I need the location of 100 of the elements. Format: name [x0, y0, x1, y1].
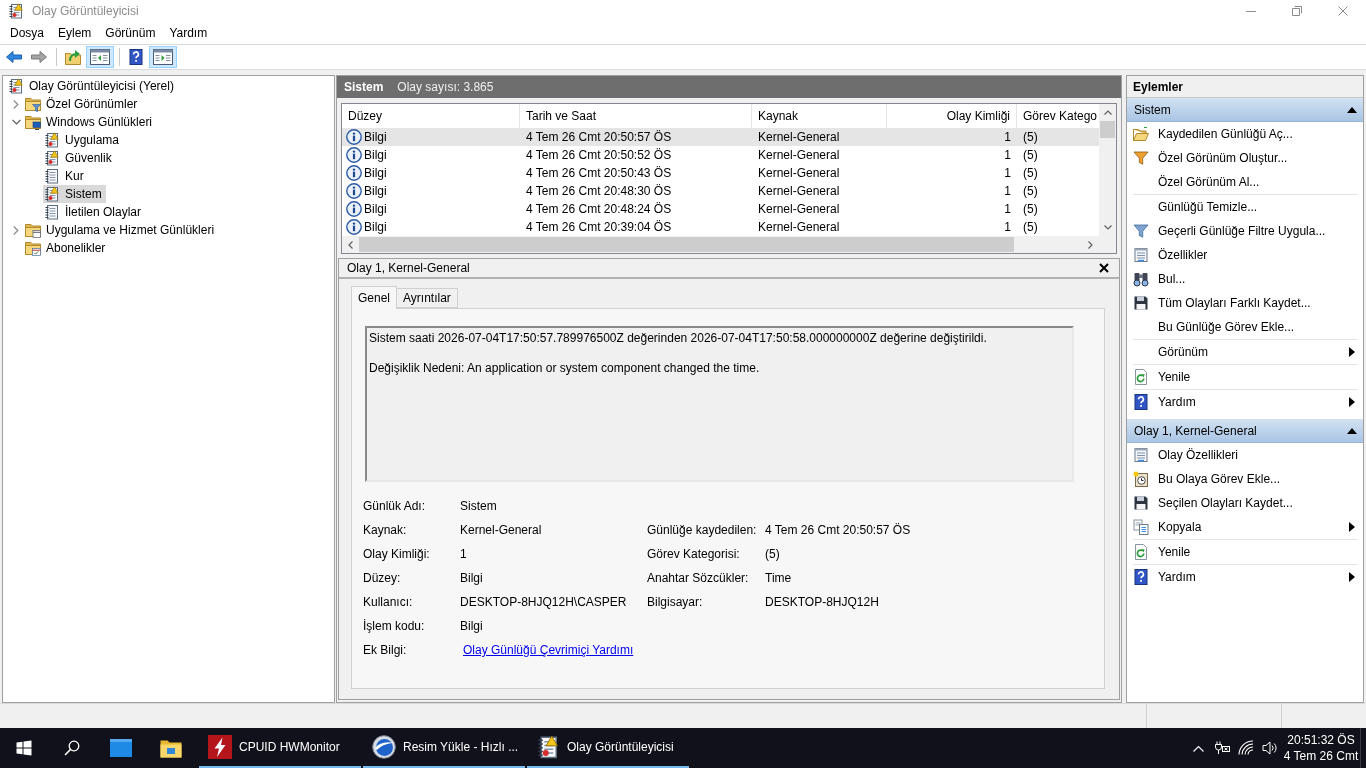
wifi-icon [1238, 740, 1254, 756]
action-item[interactable]: Geçerli Günlüğe Filtre Uygula... [1133, 219, 1357, 243]
tree-item[interactable]: Uygulama [43, 131, 124, 149]
info-icon [346, 129, 362, 145]
column-header[interactable]: Tarih ve Saat [526, 107, 597, 125]
action-item[interactable]: Özellikler [1133, 243, 1357, 267]
section-header[interactable]: Sistem [1127, 98, 1363, 122]
taskbar-app-button[interactable]: Resim Yükle - Hızlı ... [363, 728, 525, 768]
action-item[interactable]: Özel Görünüm Al... [1133, 170, 1357, 194]
close-icon [1099, 263, 1109, 273]
table-cell-text: 1 [1004, 183, 1011, 200]
action-item[interactable]: Görünüm [1133, 340, 1357, 364]
log-warning-icon [44, 186, 60, 202]
info-icon [346, 219, 362, 235]
menu-item[interactable]: Yardım [162, 22, 215, 44]
actions-toggle-button[interactable] [149, 46, 177, 68]
chevron-right-icon[interactable] [13, 99, 19, 109]
action-item[interactable]: Seçilen Olayları Kaydet... [1133, 491, 1357, 515]
column-header[interactable]: Düzey [348, 107, 382, 125]
notebook-warning-icon [8, 78, 24, 94]
folder-arrow-icon [65, 49, 81, 65]
chevron-right-icon[interactable] [13, 225, 19, 235]
close-button[interactable] [1097, 261, 1111, 275]
action-item[interactable]: Yenile [1133, 365, 1357, 389]
section-header[interactable]: Olay 1, Kernel-General [1127, 419, 1363, 443]
menu-item[interactable]: Görünüm [98, 22, 163, 44]
table-cell-text: Kernel-General [758, 129, 840, 146]
tree-item[interactable]: Windows Günlükleri [24, 113, 157, 131]
table-cell-text: 4 Tem 26 Cmt 20:48:24 ÖS [526, 201, 672, 218]
scrollbar-thumb[interactable] [359, 237, 1014, 252]
event-row[interactable]: Bilgi 4 Tem 26 Cmt 20:48:24 ÖS Kernel-General 1 (5) [342, 200, 1099, 218]
tab[interactable]: Ayrıntılar [397, 288, 458, 308]
scrollbar-thumb[interactable] [1100, 121, 1115, 138]
table-cell-text: (5) [1023, 165, 1038, 182]
pane-title: Sistem [344, 79, 384, 96]
plug-battery-icon [1214, 740, 1230, 756]
chevron-right-icon[interactable] [1088, 240, 1093, 249]
field-value: 4 Tem 26 Cmt 20:50:57 ÖS [765, 523, 911, 537]
event-row[interactable]: Bilgi 4 Tem 26 Cmt 20:48:30 ÖS Kernel-General 1 (5) [342, 182, 1099, 200]
action-item[interactable]: Bu Olaya Görev Ekle... [1133, 467, 1357, 491]
event-row[interactable]: Bilgi 4 Tem 26 Cmt 20:50:52 ÖS Kernel-General 1 (5) [342, 146, 1099, 164]
field-label: Ek Bilgi: [363, 643, 407, 657]
taskbar-app-button[interactable]: CPUID HWMonitor [199, 728, 361, 768]
column-header[interactable]: Kaynak [758, 107, 799, 125]
tree-item[interactable]: Olay Görüntüleyicisi (Yerel) [7, 77, 178, 95]
tree-item[interactable]: Sistem [43, 185, 106, 203]
action-item[interactable]: Yardım [1133, 390, 1357, 414]
binoculars-icon [1133, 271, 1149, 287]
tree-item[interactable]: Abonelikler [24, 239, 110, 257]
tree-item[interactable]: Güvenlik [43, 149, 116, 167]
globe-icon [372, 735, 396, 759]
action-item[interactable]: Bul... [1133, 267, 1357, 291]
column-header[interactable]: Görev Katego [1023, 107, 1098, 125]
action-item[interactable]: Kopyala [1133, 515, 1357, 539]
info-icon [346, 147, 362, 163]
chevron-up-icon[interactable] [1103, 110, 1112, 115]
action-item[interactable]: Bu Günlüğe Görev Ekle... [1133, 315, 1357, 339]
clock[interactable]: 20:51:32 ÖS 4 Tem 26 Cmt [1282, 728, 1360, 768]
table-cell-text: (5) [1023, 183, 1038, 200]
chevron-down-icon[interactable] [11, 119, 21, 125]
table-cell-text: 1 [1004, 147, 1011, 164]
tree-item[interactable]: Kur [43, 167, 88, 185]
menu-item[interactable]: Dosya [3, 22, 51, 44]
field-label: Anahtar Sözcükler: [647, 571, 749, 585]
event-row[interactable]: Bilgi 4 Tem 26 Cmt 20:39:04 ÖS Kernel-General 1 (5) [342, 218, 1099, 236]
copy-icon [1133, 519, 1149, 535]
field-label: Günlük Adı: [363, 499, 426, 513]
tree-toggle-button[interactable] [86, 46, 114, 68]
event-row[interactable]: Bilgi 4 Tem 26 Cmt 20:50:57 ÖS Kernel-General 1 (5) [342, 128, 1099, 146]
table-cell-text: 4 Tem 26 Cmt 20:50:57 ÖS [526, 129, 672, 146]
tree-item[interactable]: Uygulama ve Hizmet Günlükleri [24, 221, 219, 239]
action-item[interactable]: Tüm Olayları Farklı Kaydet... [1133, 291, 1357, 315]
event-row[interactable]: Bilgi 4 Tem 26 Cmt 20:50:43 ÖS Kernel-General 1 (5) [342, 164, 1099, 182]
menu-item[interactable]: Eylem [51, 22, 99, 44]
action-item[interactable]: Günlüğü Temizle... [1133, 195, 1357, 219]
horizontal-scrollbar[interactable] [342, 236, 1099, 253]
tree-item[interactable]: İletilen Olaylar [43, 203, 146, 221]
action-item[interactable]: Kaydedilen Günlüğü Aç... [1133, 122, 1357, 146]
vertical-scrollbar[interactable] [1099, 104, 1116, 236]
field-value: Bilgi [460, 619, 483, 633]
chevron-left-icon[interactable] [348, 240, 353, 249]
triangle-up-icon [1347, 427, 1357, 434]
tree-item[interactable]: Özel Görünümler [24, 95, 142, 113]
info-icon [346, 183, 362, 199]
taskbar-app-button[interactable]: Olay Görüntüleyicisi [527, 728, 689, 768]
action-item[interactable]: Olay Özellikleri [1133, 443, 1357, 467]
field-label: Bilgisayar: [647, 595, 703, 609]
help-link[interactable]: Olay Günlüğü Çevrimiçi Yardımı [463, 643, 634, 657]
table-cell-text: (5) [1023, 129, 1038, 146]
column-header[interactable]: Olay Kimliği [946, 107, 1010, 125]
arrow-left-icon [6, 49, 22, 65]
tab[interactable]: Genel [351, 286, 398, 309]
funnel-icon [1133, 223, 1149, 239]
chevron-down-icon[interactable] [1103, 225, 1112, 230]
action-item[interactable]: Yardım [1133, 565, 1357, 589]
action-item[interactable]: Özel Görünüm Oluştur... [1133, 146, 1357, 170]
action-item[interactable]: Yenile [1133, 540, 1357, 564]
table-cell-text: (5) [1023, 219, 1038, 236]
event-count: Olay sayısı: 3.865 [397, 79, 494, 96]
pane-layout-icon [90, 49, 110, 65]
